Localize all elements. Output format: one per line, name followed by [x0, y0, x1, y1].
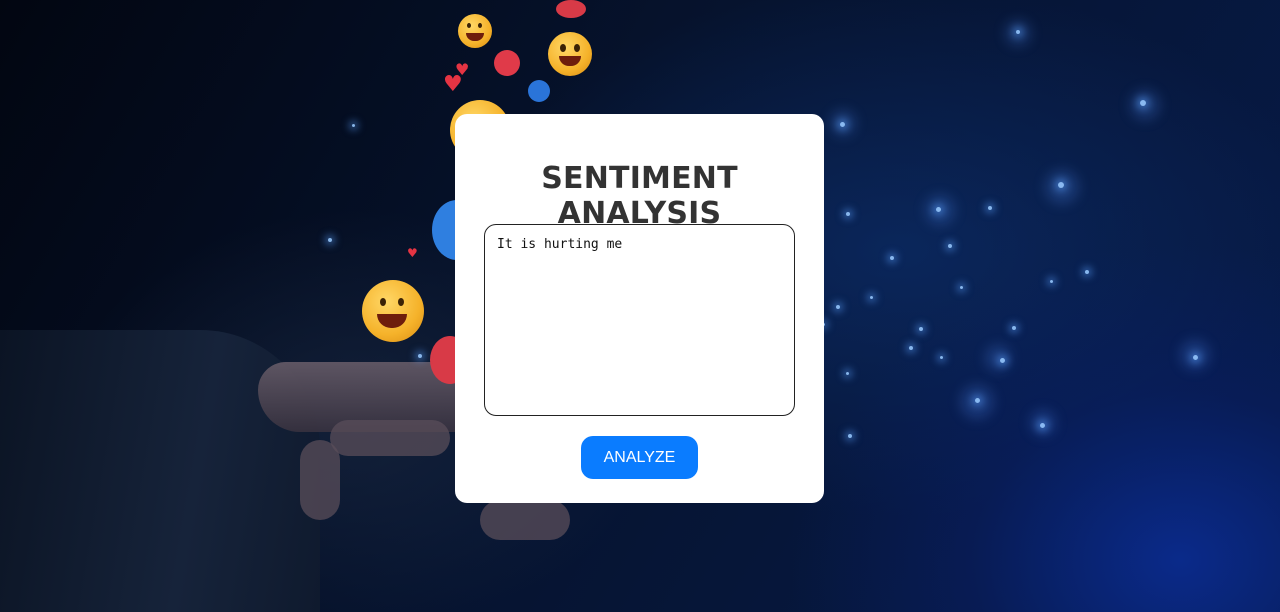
heart-icon: ♥ [407, 246, 418, 260]
page-title: SENTIMENT ANALYSIS [541, 161, 738, 231]
laughing-emoji-icon [362, 280, 424, 342]
finger-graphic [330, 420, 450, 456]
heart-bubble-icon [494, 50, 520, 76]
sentiment-card: SENTIMENT ANALYSIS It is hurting me ANAL… [455, 114, 824, 503]
finger-graphic [300, 440, 340, 520]
heart-bubble-icon [556, 0, 586, 18]
laughing-emoji-icon [458, 14, 492, 48]
heart-icon: ♥ [455, 60, 470, 79]
sentiment-text-input[interactable]: It is hurting me [484, 224, 795, 416]
user-bubble-icon [528, 80, 550, 102]
finger-graphic [480, 500, 570, 540]
analyze-button[interactable]: ANALYZE [581, 436, 698, 479]
laughing-emoji-icon [548, 32, 592, 76]
